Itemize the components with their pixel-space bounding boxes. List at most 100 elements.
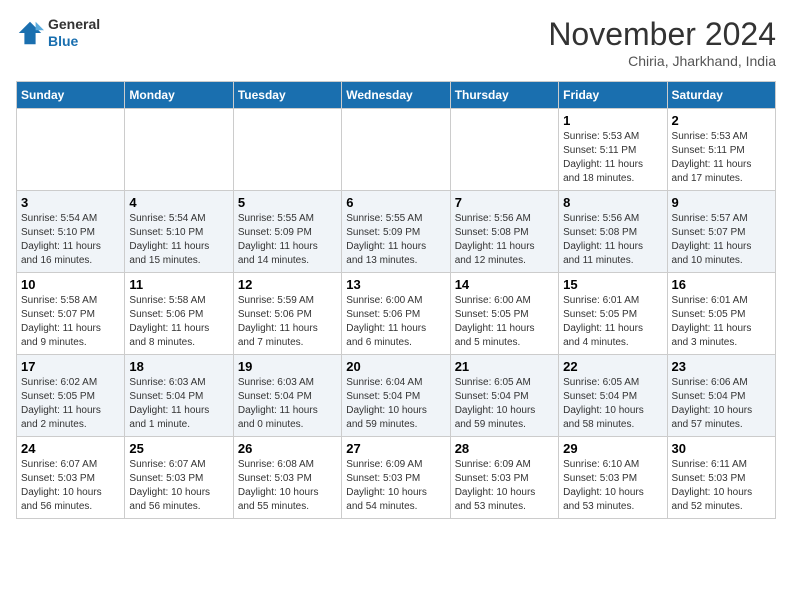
calendar-day-cell: 28 Sunrise: 6:09 AM Sunset: 5:03 PM Dayli… [450,437,558,519]
weekday-header-cell: Saturday [667,82,775,109]
day-number: 17 [21,359,120,374]
calendar-day-cell [342,109,450,191]
calendar-day-cell: 22 Sunrise: 6:05 AM Sunset: 5:04 PM Dayli… [559,355,667,437]
day-info: Sunrise: 6:01 AM Sunset: 5:05 PM Dayligh… [672,294,771,350]
calendar-day-cell: 9Sunrise: 5:57 AM Sunset: 5:07 PM Daylig… [667,191,775,273]
day-info: Sunrise: 5:56 AM Sunset: 5:08 PM Dayligh… [455,212,554,268]
day-number: 5 [238,195,337,210]
calendar-day-cell: 18 Sunrise: 6:03 AM Sunset: 5:04 PM Dayli… [125,355,233,437]
day-number: 2 [672,113,771,128]
calendar-week-row: 24 Sunrise: 6:07 AM Sunset: 5:03 PM Dayli… [17,437,776,519]
title-block: November 2024 Chiria, Jharkhand, India [548,16,776,69]
day-number: 26 [238,441,337,456]
day-number: 4 [129,195,228,210]
calendar-day-cell: 8 Sunrise: 5:56 AM Sunset: 5:08 PM Daylig… [559,191,667,273]
day-info: Sunrise: 6:00 AM Sunset: 5:06 PM Dayligh… [346,294,445,350]
page-header: General Blue November 2024 Chiria, Jhark… [16,16,776,69]
calendar-day-cell: 23Sunrise: 6:06 AM Sunset: 5:04 PM Dayli… [667,355,775,437]
calendar-day-cell: 16 Sunrise: 6:01 AM Sunset: 5:05 PM Dayli… [667,273,775,355]
calendar-day-cell: 2Sunrise: 5:53 AM Sunset: 5:11 PM Daylig… [667,109,775,191]
calendar-day-cell: 29 Sunrise: 6:10 AM Sunset: 5:03 PM Dayli… [559,437,667,519]
day-info: Sunrise: 5:55 AM Sunset: 5:09 PM Dayligh… [346,212,445,268]
day-info: Sunrise: 5:57 AM Sunset: 5:07 PM Dayligh… [672,212,771,268]
logo: General Blue [16,16,100,50]
day-info: Sunrise: 5:59 AM Sunset: 5:06 PM Dayligh… [238,294,337,350]
logo-text: General Blue [48,16,100,50]
calendar-day-cell: 12Sunrise: 5:59 AM Sunset: 5:06 PM Dayli… [233,273,341,355]
day-info: Sunrise: 6:00 AM Sunset: 5:05 PM Dayligh… [455,294,554,350]
day-number: 28 [455,441,554,456]
calendar-day-cell: 24 Sunrise: 6:07 AM Sunset: 5:03 PM Dayli… [17,437,125,519]
calendar-week-row: 10Sunrise: 5:58 AM Sunset: 5:07 PM Dayli… [17,273,776,355]
day-info: Sunrise: 5:54 AM Sunset: 5:10 PM Dayligh… [129,212,228,268]
day-number: 20 [346,359,445,374]
day-info: Sunrise: 6:07 AM Sunset: 5:03 PM Dayligh… [129,458,228,514]
calendar-week-row: 3 Sunrise: 5:54 AM Sunset: 5:10 PM Daylig… [17,191,776,273]
logo-icon [16,19,44,47]
calendar-day-cell [450,109,558,191]
calendar-day-cell: 15 Sunrise: 6:01 AM Sunset: 5:05 PM Dayli… [559,273,667,355]
day-number: 23 [672,359,771,374]
calendar-day-cell: 11 Sunrise: 5:58 AM Sunset: 5:06 PM Dayli… [125,273,233,355]
calendar-week-row: 1 Sunrise: 5:53 AM Sunset: 5:11 PM Daylig… [17,109,776,191]
day-info: Sunrise: 6:05 AM Sunset: 5:04 PM Dayligh… [563,376,662,432]
calendar-day-cell: 19 Sunrise: 6:03 AM Sunset: 5:04 PM Dayli… [233,355,341,437]
day-info: Sunrise: 6:08 AM Sunset: 5:03 PM Dayligh… [238,458,337,514]
day-number: 3 [21,195,120,210]
day-info: Sunrise: 5:58 AM Sunset: 5:07 PM Dayligh… [21,294,120,350]
calendar-day-cell: 26 Sunrise: 6:08 AM Sunset: 5:03 PM Dayli… [233,437,341,519]
calendar-day-cell: 17 Sunrise: 6:02 AM Sunset: 5:05 PM Dayli… [17,355,125,437]
weekday-header-cell: Wednesday [342,82,450,109]
calendar-day-cell [17,109,125,191]
day-number: 25 [129,441,228,456]
day-number: 7 [455,195,554,210]
calendar-day-cell: 25 Sunrise: 6:07 AM Sunset: 5:03 PM Dayli… [125,437,233,519]
day-info: Sunrise: 6:02 AM Sunset: 5:05 PM Dayligh… [21,376,120,432]
calendar-day-cell: 13Sunrise: 6:00 AM Sunset: 5:06 PM Dayli… [342,273,450,355]
day-info: Sunrise: 6:04 AM Sunset: 5:04 PM Dayligh… [346,376,445,432]
day-info: Sunrise: 5:53 AM Sunset: 5:11 PM Dayligh… [563,130,662,186]
day-info: Sunrise: 5:58 AM Sunset: 5:06 PM Dayligh… [129,294,228,350]
day-info: Sunrise: 6:03 AM Sunset: 5:04 PM Dayligh… [238,376,337,432]
day-number: 24 [21,441,120,456]
day-info: Sunrise: 5:54 AM Sunset: 5:10 PM Dayligh… [21,212,120,268]
day-info: Sunrise: 5:55 AM Sunset: 5:09 PM Dayligh… [238,212,337,268]
day-info: Sunrise: 6:01 AM Sunset: 5:05 PM Dayligh… [563,294,662,350]
calendar-day-cell: 6 Sunrise: 5:55 AM Sunset: 5:09 PM Daylig… [342,191,450,273]
calendar-day-cell: 27 Sunrise: 6:09 AM Sunset: 5:03 PM Dayli… [342,437,450,519]
calendar-day-cell [233,109,341,191]
day-number: 11 [129,277,228,292]
calendar-day-cell: 3 Sunrise: 5:54 AM Sunset: 5:10 PM Daylig… [17,191,125,273]
weekday-header-row: SundayMondayTuesdayWednesdayThursdayFrid… [17,82,776,109]
location: Chiria, Jharkhand, India [548,53,776,69]
day-info: Sunrise: 6:03 AM Sunset: 5:04 PM Dayligh… [129,376,228,432]
day-number: 1 [563,113,662,128]
calendar-day-cell: 20 Sunrise: 6:04 AM Sunset: 5:04 PM Dayli… [342,355,450,437]
weekday-header-cell: Tuesday [233,82,341,109]
day-number: 16 [672,277,771,292]
day-number: 8 [563,195,662,210]
day-info: Sunrise: 6:09 AM Sunset: 5:03 PM Dayligh… [346,458,445,514]
day-info: Sunrise: 6:09 AM Sunset: 5:03 PM Dayligh… [455,458,554,514]
day-info: Sunrise: 6:11 AM Sunset: 5:03 PM Dayligh… [672,458,771,514]
day-info: Sunrise: 6:07 AM Sunset: 5:03 PM Dayligh… [21,458,120,514]
day-number: 27 [346,441,445,456]
weekday-header-cell: Sunday [17,82,125,109]
calendar-day-cell: 10Sunrise: 5:58 AM Sunset: 5:07 PM Dayli… [17,273,125,355]
day-info: Sunrise: 5:56 AM Sunset: 5:08 PM Dayligh… [563,212,662,268]
calendar-day-cell: 30Sunrise: 6:11 AM Sunset: 5:03 PM Dayli… [667,437,775,519]
calendar-table: SundayMondayTuesdayWednesdayThursdayFrid… [16,81,776,519]
day-number: 6 [346,195,445,210]
calendar-day-cell: 7 Sunrise: 5:56 AM Sunset: 5:08 PM Daylig… [450,191,558,273]
day-number: 19 [238,359,337,374]
day-info: Sunrise: 6:10 AM Sunset: 5:03 PM Dayligh… [563,458,662,514]
day-number: 22 [563,359,662,374]
day-info: Sunrise: 6:05 AM Sunset: 5:04 PM Dayligh… [455,376,554,432]
day-number: 15 [563,277,662,292]
calendar-day-cell: 1 Sunrise: 5:53 AM Sunset: 5:11 PM Daylig… [559,109,667,191]
day-number: 21 [455,359,554,374]
calendar-day-cell: 21 Sunrise: 6:05 AM Sunset: 5:04 PM Dayli… [450,355,558,437]
day-number: 29 [563,441,662,456]
day-number: 18 [129,359,228,374]
calendar-day-cell [125,109,233,191]
